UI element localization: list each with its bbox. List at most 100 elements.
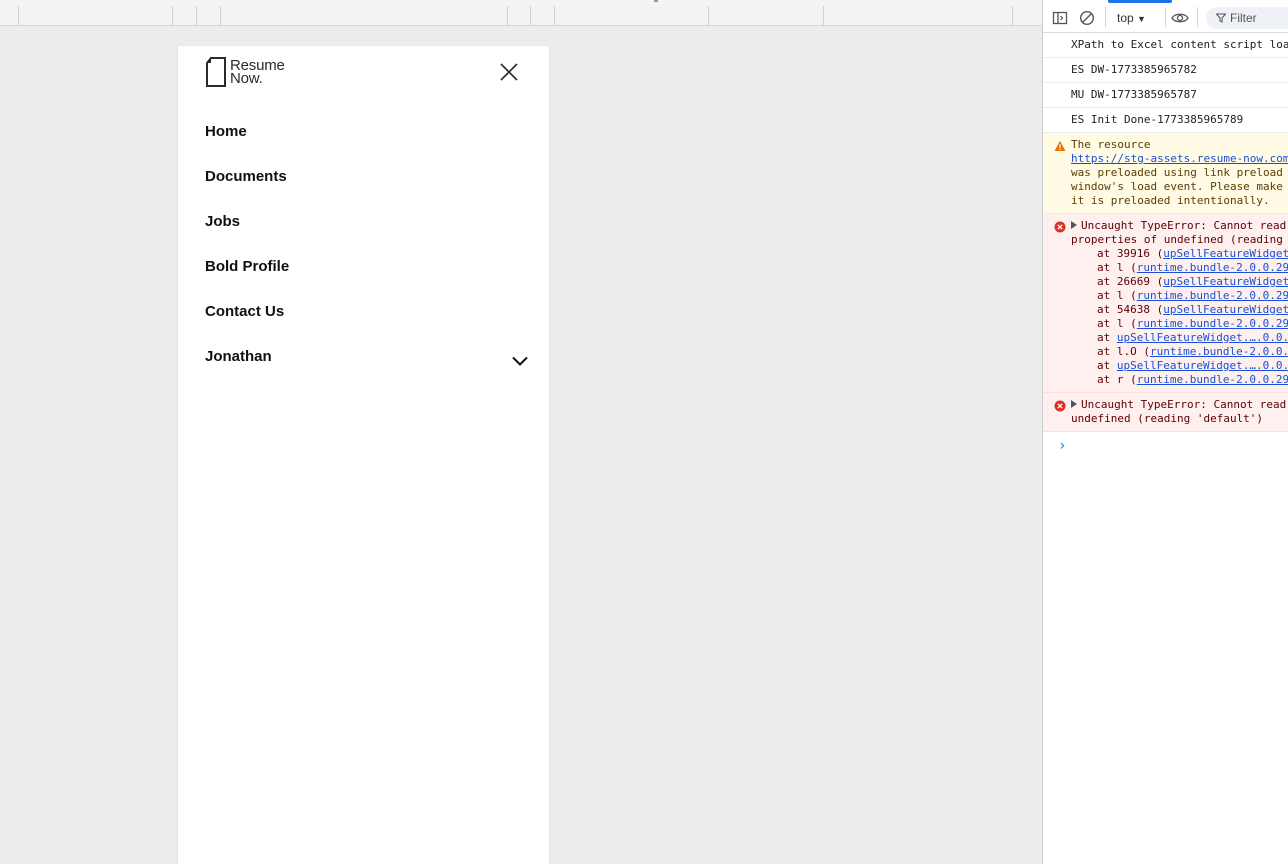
stack-prefix: at l ( (1097, 261, 1137, 274)
stack-prefix: at r ( (1097, 373, 1137, 386)
stack-link[interactable]: upSellFeatureWidget.….0.0. (1117, 331, 1288, 344)
console-message[interactable]: MU DW-1773385965787 (1043, 83, 1288, 108)
nav-label: Home (205, 123, 247, 140)
console-toolbar: top ▼ Filter (1043, 0, 1288, 33)
stack-frame: at upSellFeatureWidget.….0.0. (1071, 331, 1288, 345)
console-log: XPath to Excel content script loa ES DW-… (1043, 33, 1288, 454)
warning-line: it is preloaded intentionally. (1071, 194, 1270, 207)
stack-link[interactable]: runtime.bundle-2.0.0.29 (1137, 317, 1288, 330)
error-icon (1054, 221, 1066, 233)
stack-link[interactable]: upSellFeatureWidget.….0.0. (1117, 359, 1288, 372)
stack-link[interactable]: runtime.bundle-2.0.0.29 (1137, 261, 1288, 274)
nav-label: Documents (205, 168, 287, 185)
nav-label: Bold Profile (205, 258, 290, 275)
close-menu-button[interactable] (496, 59, 522, 85)
stack-frame: at 26669 (upSellFeatureWidget (1071, 275, 1288, 289)
warning-line: was preloaded using link preload (1071, 166, 1283, 179)
context-label: top (1117, 11, 1134, 25)
resource-link[interactable]: https://stg-assets.resume-now.com (1071, 152, 1288, 165)
stack-prefix: at l.O ( (1097, 345, 1150, 358)
clear-console-icon[interactable] (1079, 10, 1095, 26)
ruler-tick (1012, 6, 1013, 26)
toolbar-separator (1105, 7, 1106, 27)
sidebar-toggle-icon[interactable] (1052, 10, 1068, 26)
stack-link[interactable]: runtime.bundle-2.0.0.29 (1137, 373, 1288, 386)
stack-prefix: at l ( (1097, 317, 1137, 330)
nav-item-home[interactable]: Home (205, 109, 535, 154)
ruler-tick (18, 6, 19, 26)
warning-line: window's load event. Please make (1071, 180, 1283, 193)
ruler-tick (220, 6, 221, 26)
nav-item-account-jonathan[interactable]: Jonathan (205, 334, 535, 379)
nav-label: Jobs (205, 213, 241, 230)
nav-label: Jonathan (205, 348, 272, 365)
stack-prefix: at (1097, 331, 1117, 344)
logo[interactable]: Resume Now. (205, 57, 285, 87)
ruler-tick (507, 6, 508, 26)
active-tab-indicator (1108, 0, 1172, 3)
message-text: ES DW-1773385965782 (1071, 63, 1197, 76)
stack-frame: at l.O (runtime.bundle-2.0.0. (1071, 345, 1288, 359)
filter-input[interactable]: Filter (1206, 7, 1288, 29)
stack-frame: at r (runtime.bundle-2.0.0.29 (1071, 373, 1288, 387)
stack-prefix: at 54638 ( (1097, 303, 1164, 316)
console-message[interactable]: XPath to Excel content script loa (1043, 33, 1288, 58)
error-heading: Uncaught TypeError: Cannot read (1081, 398, 1287, 411)
nav-item-jobs[interactable]: Jobs (205, 199, 535, 244)
error-heading-cont: undefined (reading 'default') (1071, 412, 1264, 425)
error-heading: Uncaught TypeError: Cannot read (1081, 219, 1287, 232)
nav-item-contact-us[interactable]: Contact Us (205, 289, 535, 334)
devtools-panel: top ▼ Filter XPath to Excel content scri… (1042, 0, 1288, 864)
ruler-bar (0, 0, 1042, 26)
console-error[interactable]: Uncaught TypeError: Cannot read undefine… (1043, 393, 1288, 432)
console-prompt[interactable]: › (1043, 432, 1288, 454)
chevron-down-icon[interactable] (512, 356, 528, 366)
stack-link[interactable]: runtime.bundle-2.0.0. (1150, 345, 1288, 358)
expand-triangle-icon[interactable] (1071, 221, 1077, 229)
stack-frame: at 39916 (upSellFeatureWidget (1071, 247, 1288, 261)
ruler-tick (554, 6, 555, 26)
stack-frame: at l (runtime.bundle-2.0.0.29 (1071, 317, 1288, 331)
page-viewport: Resume Now. Home Documents Jobs Bold Pro… (0, 26, 1042, 864)
warning-icon (1054, 141, 1066, 151)
console-warning[interactable]: The resource https://stg-assets.resume-n… (1043, 133, 1288, 214)
nav-item-bold-profile[interactable]: Bold Profile (205, 244, 535, 289)
ruler-tick (530, 6, 531, 26)
filter-placeholder: Filter (1230, 11, 1257, 25)
console-error[interactable]: Uncaught TypeError: Cannot read properti… (1043, 214, 1288, 393)
console-message[interactable]: ES DW-1773385965782 (1043, 58, 1288, 83)
close-icon (500, 63, 518, 81)
prompt-caret-icon: › (1058, 438, 1067, 454)
expand-triangle-icon[interactable] (1071, 400, 1077, 408)
error-icon (1054, 400, 1066, 412)
mobile-nav-drawer: Resume Now. Home Documents Jobs Bold Pro… (177, 45, 550, 864)
stack-prefix: at 26669 ( (1097, 275, 1164, 288)
ruler-marker (654, 0, 658, 2)
context-selector[interactable]: top ▼ (1117, 11, 1146, 25)
stack-frame: at upSellFeatureWidget.….0.0. (1071, 359, 1288, 373)
stack-frame: at 54638 (upSellFeatureWidget (1071, 303, 1288, 317)
stack-prefix: at l ( (1097, 289, 1137, 302)
toolbar-separator (1165, 7, 1166, 27)
main-nav: Home Documents Jobs Bold Profile Contact… (205, 109, 535, 379)
stack-prefix: at 39916 ( (1097, 247, 1164, 260)
logo-text: Resume Now. (230, 58, 285, 86)
nav-label: Contact Us (205, 303, 285, 320)
stack-frame: at l (runtime.bundle-2.0.0.29 (1071, 261, 1288, 275)
message-text: XPath to Excel content script loa (1071, 38, 1288, 51)
stack-link[interactable]: runtime.bundle-2.0.0.29 (1137, 289, 1288, 302)
ruler-tick (172, 6, 173, 26)
eye-icon[interactable] (1171, 10, 1189, 26)
toolbar-separator (1197, 7, 1198, 27)
nav-item-documents[interactable]: Documents (205, 154, 535, 199)
stack-link[interactable]: upSellFeatureWidget (1163, 247, 1288, 260)
stack-frame: at l (runtime.bundle-2.0.0.29 (1071, 289, 1288, 303)
ruler-tick (196, 6, 197, 26)
filter-icon (1215, 13, 1227, 23)
stack-link[interactable]: upSellFeatureWidget (1163, 275, 1288, 288)
stack-link[interactable]: upSellFeatureWidget (1163, 303, 1288, 316)
caret-down-icon: ▼ (1137, 14, 1146, 24)
warning-line: The resource (1071, 138, 1151, 151)
console-message[interactable]: ES Init Done-1773385965789 (1043, 108, 1288, 133)
message-text: MU DW-1773385965787 (1071, 88, 1197, 101)
